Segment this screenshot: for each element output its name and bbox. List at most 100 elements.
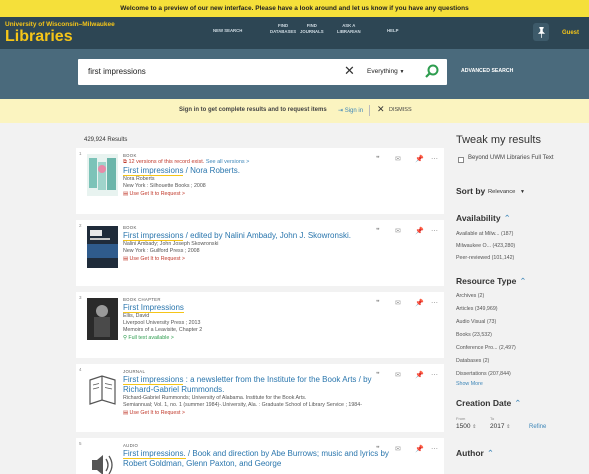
nav-ask-librarian[interactable]: ASK A LIBRARIAN [337, 23, 361, 35]
quote-icon[interactable]: ❞ [376, 155, 380, 163]
facet-item[interactable]: Databases (2) [456, 358, 489, 364]
result-title[interactable]: First impressions : a newsletter from th… [123, 375, 393, 395]
chevron-up-icon: ⌃ [519, 276, 527, 286]
author-header[interactable]: Author ⌃ [456, 448, 494, 459]
pin-icon[interactable]: 📌 [415, 371, 424, 379]
clear-icon[interactable]: ✕ [344, 64, 355, 78]
facet-item[interactable]: Archives (2) [456, 293, 484, 299]
book-icon: ▤ [123, 410, 129, 416]
beyond-fulltext-label[interactable]: Beyond UWM Libraries Full Text [468, 154, 578, 162]
sort-select[interactable]: Relevance ▼ [488, 189, 525, 195]
chevron-down-icon: ▼ [520, 189, 525, 195]
facet-item[interactable]: Available at Milw... (187) [456, 231, 513, 237]
refine-button[interactable]: Refine [529, 424, 546, 430]
more-icon[interactable]: ⋯ [431, 155, 438, 163]
brand-libraries[interactable]: Libraries [5, 28, 73, 46]
result-title[interactable]: First impressions / Nora Roberts. [123, 166, 393, 176]
pin-icon[interactable]: 📌 [415, 155, 424, 163]
result-index: 2 [79, 223, 82, 228]
email-icon[interactable]: ✉ [395, 155, 401, 163]
result-index: 5 [79, 441, 82, 446]
result-title[interactable]: First Impressions [123, 303, 393, 313]
from-year-input[interactable]: 1500 ⇕ [456, 423, 476, 430]
result-card[interactable]: 5 AUDIO First impressions. / Book and di… [76, 438, 444, 474]
pin-icon[interactable]: 📌 [415, 227, 424, 235]
link-icon: ⚲ [123, 335, 127, 341]
beyond-fulltext-checkbox[interactable] [458, 157, 464, 163]
user-guest-link[interactable]: Guest [562, 30, 579, 36]
quote-icon[interactable]: ❞ [376, 371, 380, 379]
search-icon[interactable] [424, 64, 440, 80]
availability-status[interactable]: ▤ Use Get It to Request > [123, 409, 393, 417]
email-icon[interactable]: ✉ [395, 371, 401, 379]
more-icon[interactable]: ⋯ [431, 445, 438, 453]
resource-type-header[interactable]: Resource Type ⌃ [456, 276, 526, 287]
search-input[interactable]: first impressions [88, 67, 146, 76]
result-actions: ❞ ✉ 📌 ⋯ [376, 155, 440, 164]
availability-status[interactable]: ▤ Use Get It to Request > [123, 255, 393, 263]
result-source: Memoirs of a Leavisite, Chapter 2 [123, 327, 203, 333]
show-more-link[interactable]: Show More [456, 381, 483, 387]
pin-icon[interactable] [533, 23, 549, 41]
result-author: Nalini Ambady; John Joseph Skowronski [123, 241, 219, 247]
see-all-versions-link[interactable]: See all versions > [206, 159, 250, 165]
facet-item[interactable]: Audio Visual (73) [456, 319, 496, 325]
sign-in-icon: ⇥ [338, 108, 344, 114]
result-card[interactable]: 4 JOURNAL First impressions : a newslett… [76, 364, 444, 432]
pin-icon[interactable]: 📌 [415, 299, 424, 307]
brand-university[interactable]: University of Wisconsin–Milwaukee [5, 21, 115, 28]
facet-item[interactable]: Conference Pro... (2,497) [456, 345, 516, 351]
search-scope-select[interactable]: Everything ▼ [367, 68, 404, 75]
email-icon[interactable]: ✉ [395, 227, 401, 235]
from-label: From [456, 416, 466, 421]
book-cover-thumbnail[interactable] [87, 298, 118, 340]
result-publisher: Semiannual; Vol. 1, no. 1 (summer 1984)-… [123, 402, 362, 408]
availability-header[interactable]: Availability ⌃ [456, 213, 511, 224]
creation-date-header[interactable]: Creation Date ⌃ [456, 398, 521, 409]
result-author: Ellis, David [123, 313, 150, 319]
facet-item[interactable]: Milwaukee O... (423,280) [456, 243, 515, 249]
facet-item[interactable]: Peer-reviewed (101,142) [456, 255, 514, 261]
nav-find-journals[interactable]: FIND JOURNALS [300, 23, 324, 35]
to-year-input[interactable]: 2017 ⇕ [490, 423, 510, 430]
signin-link[interactable]: ⇥ Sign in [338, 107, 363, 114]
email-icon[interactable]: ✉ [395, 299, 401, 307]
nav-help[interactable]: HELP [387, 28, 398, 34]
result-card[interactable]: 1 BOOK ⧉ 12 versions of this record exis… [76, 148, 444, 214]
close-icon[interactable]: ✕ [377, 104, 385, 115]
chevron-up-icon: ⌃ [503, 213, 511, 223]
availability-status[interactable]: ▤ Use Get It to Request > [123, 190, 393, 198]
quote-icon[interactable]: ❞ [376, 445, 380, 453]
more-icon[interactable]: ⋯ [431, 299, 438, 307]
sort-by-label: Sort by [456, 186, 486, 196]
more-icon[interactable]: ⋯ [431, 371, 438, 379]
email-icon[interactable]: ✉ [395, 445, 401, 453]
book-cover-thumbnail[interactable] [87, 154, 118, 196]
result-card[interactable]: 3 BOOK CHAPTER First Impressions Ellis, … [76, 292, 444, 358]
result-count: 429,924 Results [84, 137, 128, 143]
signin-bar: Sign in to get complete results and to r… [0, 99, 589, 123]
facet-item[interactable]: Articles (349,969) [456, 306, 498, 312]
result-publisher: New York : Guilford Press ; 2008 [123, 248, 200, 254]
result-author: Richard-Gabriel Rummonds; University of … [123, 395, 307, 401]
more-icon[interactable]: ⋯ [431, 227, 438, 235]
result-author: Nora Roberts [123, 176, 155, 182]
availability-status[interactable]: ⚲ Full text available > [123, 334, 393, 342]
quote-icon[interactable]: ❞ [376, 227, 380, 235]
facet-item[interactable]: Books (23,532) [456, 332, 492, 338]
book-icon: ▤ [123, 191, 129, 197]
facet-item[interactable]: Dissertations (207,844) [456, 371, 511, 377]
nav-new-search[interactable]: NEW SEARCH [213, 28, 242, 34]
quote-icon[interactable]: ❞ [376, 299, 380, 307]
result-title[interactable]: First impressions. / Book and direction … [123, 449, 393, 469]
result-title[interactable]: First impressions / edited by Nalini Amb… [123, 231, 393, 241]
search-band: first impressions ✕ Everything ▼ ADVANCE… [0, 49, 589, 99]
nav-find-databases[interactable]: FIND DATABASES [270, 23, 296, 35]
divider [369, 105, 370, 116]
dismiss-button[interactable]: DISMISS [389, 107, 412, 113]
advanced-search-link[interactable]: ADVANCED SEARCH [461, 68, 513, 74]
pin-icon[interactable]: 📌 [415, 445, 424, 453]
to-label: To [490, 416, 495, 421]
result-card[interactable]: 2 BOOK First impressions / edited by Nal… [76, 220, 444, 286]
book-cover-thumbnail[interactable] [87, 226, 118, 268]
